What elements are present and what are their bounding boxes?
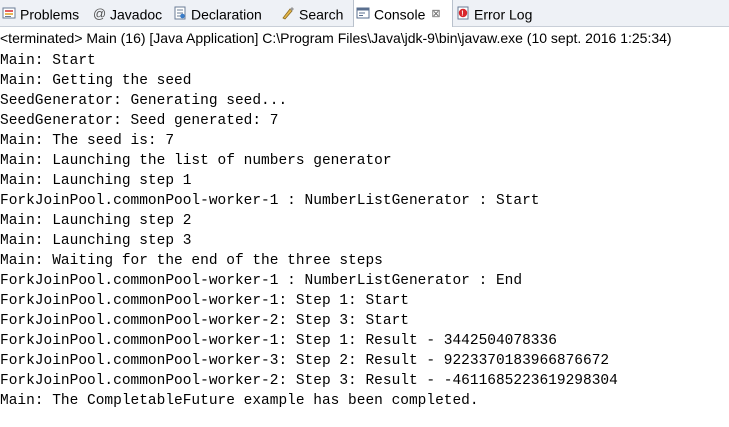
console-line: Main: Getting the seed <box>0 73 192 89</box>
view-tab-bar: Problems @ Javadoc Declaration Search Co… <box>0 0 729 27</box>
console-line: ForkJoinPool.commonPool-worker-1 : Numbe… <box>0 193 540 209</box>
console-line: Main: The CompletableFuture example has … <box>0 393 479 409</box>
console-line: Main: Launching step 2 <box>0 213 192 229</box>
console-line: ForkJoinPool.commonPool-worker-3: Step 2… <box>0 353 610 369</box>
console-line: SeedGenerator: Seed generated: 7 <box>0 113 279 129</box>
tab-declaration-label: Declaration <box>191 6 262 23</box>
console-line: SeedGenerator: Generating seed... <box>0 93 288 109</box>
tab-javadoc[interactable]: @ Javadoc <box>92 0 172 26</box>
console-line: ForkJoinPool.commonPool-worker-2: Step 3… <box>0 373 618 389</box>
console-line: ForkJoinPool.commonPool-worker-1 : Numbe… <box>0 273 523 289</box>
problems-icon <box>2 2 16 19</box>
console-output[interactable]: Main: Start Main: Getting the seed SeedGen… <box>0 51 729 421</box>
console-line: Main: Waiting for the end of the three s… <box>0 253 383 269</box>
console-line: Main: The seed is: 7 <box>0 133 175 149</box>
tab-search-label: Search <box>299 6 344 23</box>
tab-problems-label: Problems <box>20 6 80 23</box>
search-icon <box>281 2 295 20</box>
svg-text:!: ! <box>461 11 463 18</box>
console-line: ForkJoinPool.commonPool-worker-1: Step 1… <box>0 333 557 349</box>
tab-error-log-label: Error Log <box>474 6 533 23</box>
tab-console-label: Console <box>374 6 426 23</box>
console-line: Main: Launching step 3 <box>0 233 192 249</box>
console-line: Main: Launching the list of numbers gene… <box>0 153 392 169</box>
svg-text:@: @ <box>93 6 106 20</box>
console-line: ForkJoinPool.commonPool-worker-1: Step 1… <box>0 293 409 309</box>
tab-error-log[interactable]: ! Error Log <box>456 0 546 26</box>
console-line: Main: Start <box>0 53 96 69</box>
console-line: Main: Launching step 1 <box>0 173 192 189</box>
console-status-line: <terminated> Main (16) [Java Application… <box>0 30 672 46</box>
console-line: ForkJoinPool.commonPool-worker-2: Step 3… <box>0 313 409 329</box>
tab-declaration[interactable]: Declaration <box>173 0 276 26</box>
close-icon[interactable]: ⊠ <box>431 1 440 27</box>
console-icon <box>356 2 370 19</box>
tab-search[interactable]: Search <box>281 0 351 26</box>
javadoc-icon: @ <box>92 2 106 21</box>
error-log-icon: ! <box>456 2 470 20</box>
tab-javadoc-label: Javadoc <box>110 6 163 23</box>
declaration-icon <box>173 2 187 20</box>
tab-console[interactable]: Console ⊠ <box>353 0 453 27</box>
tab-problems[interactable]: Problems <box>2 0 90 26</box>
